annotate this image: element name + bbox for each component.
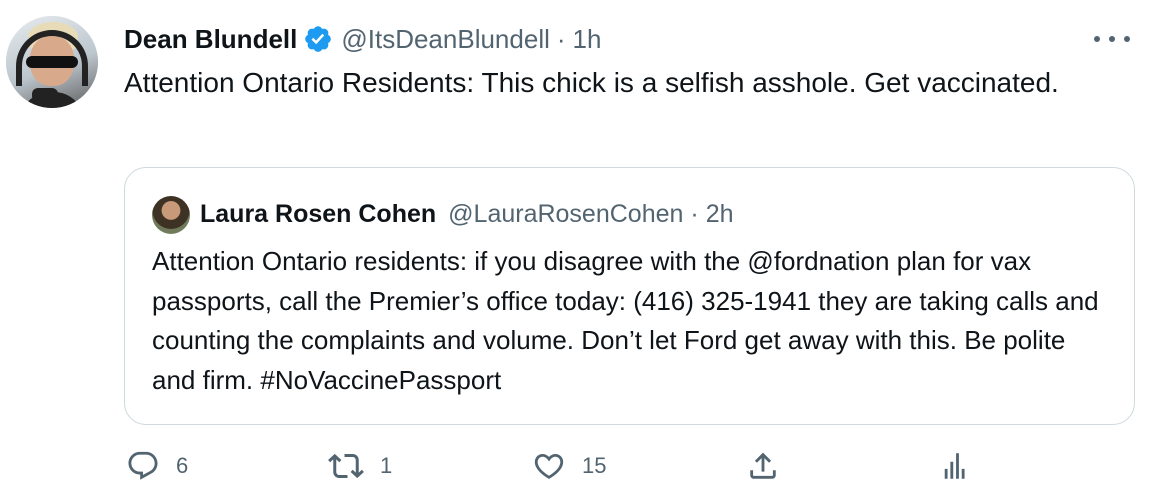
- reply-count: 6: [176, 453, 189, 478]
- verified-badge-icon: [305, 26, 332, 52]
- like-button[interactable]: 15: [532, 446, 606, 486]
- like-count: 15: [582, 453, 607, 478]
- sunglasses: [26, 56, 78, 68]
- analytics-button[interactable]: [938, 446, 972, 486]
- retweet-icon: [328, 453, 364, 479]
- author-avatar[interactable]: [6, 16, 98, 108]
- share-icon: [750, 452, 776, 479]
- tweet-text: Attention Ontario Residents: This chick …: [124, 67, 1059, 98]
- retweet-button[interactable]: 1: [328, 446, 392, 486]
- quoted-tweet-text: Attention Ontario residents: if you disa…: [152, 246, 1099, 395]
- more-options-icon[interactable]: [1094, 30, 1130, 48]
- microphone-icon: [32, 88, 58, 102]
- quoted-author-handle[interactable]: @LauraRosenCohen: [448, 200, 683, 229]
- share-button[interactable]: [746, 446, 780, 486]
- quoted-tweet[interactable]: Laura Rosen Cohen @LauraRosenCohen · 2h …: [124, 167, 1135, 425]
- quoted-author-avatar[interactable]: [152, 196, 190, 234]
- tweet[interactable]: Dean Blundell @ItsDeanBlundell · 1h Atte…: [0, 0, 1164, 496]
- tweet-timestamp[interactable]: 1h: [573, 24, 602, 55]
- more-dot: [1094, 36, 1100, 42]
- tweet-header: Dean Blundell @ItsDeanBlundell · 1h: [124, 21, 601, 57]
- reply-button[interactable]: 6: [126, 446, 188, 486]
- separator-dot: ·: [556, 23, 566, 54]
- quoted-author-name[interactable]: Laura Rosen Cohen: [200, 200, 436, 229]
- quoted-tweet-timestamp[interactable]: 2h: [706, 200, 734, 229]
- retweet-count: 1: [380, 453, 393, 478]
- reply-icon: [128, 451, 158, 480]
- more-dot: [1109, 36, 1115, 42]
- author-name[interactable]: Dean Blundell: [124, 24, 297, 55]
- quoted-tweet-header: Laura Rosen Cohen @LauraRosenCohen · 2h: [200, 198, 734, 230]
- separator-dot: ·: [690, 199, 699, 228]
- author-handle[interactable]: @ItsDeanBlundell: [341, 24, 550, 55]
- more-dot: [1124, 36, 1130, 42]
- heart-icon: [534, 453, 564, 479]
- tweet-actions: 6 1 15: [124, 446, 1164, 486]
- analytics-icon: [944, 453, 965, 479]
